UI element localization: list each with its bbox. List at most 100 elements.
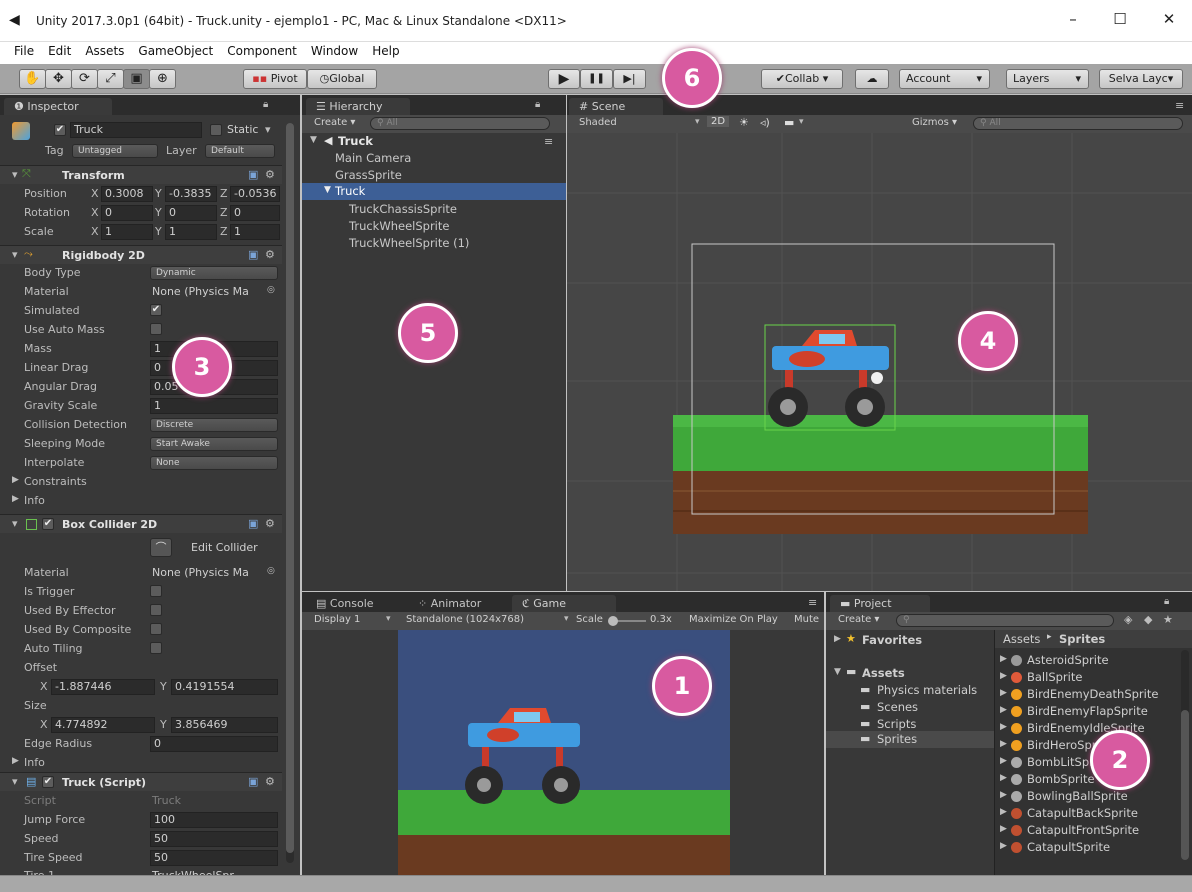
active-checkbox[interactable]: ✔ bbox=[54, 124, 66, 136]
sprite-list-item[interactable]: ▶ BombSprite bbox=[995, 771, 1181, 788]
account-dropdown[interactable]: Account ▾ bbox=[899, 69, 990, 89]
sprite-list-item[interactable]: ▶ BallSprite bbox=[995, 669, 1181, 686]
cloud-icon[interactable]: ☁ bbox=[855, 69, 889, 89]
tab-project[interactable]: ▬ Project bbox=[830, 595, 930, 612]
audio-icon[interactable]: ◃) bbox=[760, 116, 770, 129]
sprite-list-item[interactable]: ▶ BowlingBallSprite bbox=[995, 788, 1181, 805]
sun-icon[interactable]: ☀ bbox=[739, 116, 749, 129]
is-trigger-checkbox[interactable] bbox=[150, 585, 162, 597]
lock-icon[interactable]: 🔒︎ bbox=[1164, 596, 1169, 607]
favorite-star-icon[interactable]: ★ bbox=[1163, 613, 1173, 626]
body-type-dropdown[interactable]: Dynamic bbox=[150, 266, 278, 280]
scrollbar-thumb[interactable] bbox=[286, 123, 294, 853]
auto-tiling-checkbox[interactable] bbox=[150, 642, 162, 654]
inspector-scrollbar[interactable] bbox=[286, 123, 294, 863]
expand-arrow-icon[interactable]: ▶ bbox=[1000, 807, 1007, 817]
material-value[interactable]: None (Physics Ma bbox=[152, 285, 249, 298]
project-scrollbar[interactable] bbox=[1181, 650, 1189, 860]
expand-arrow-icon[interactable]: ▶ bbox=[1000, 790, 1007, 800]
scrollbar-thumb[interactable] bbox=[1181, 710, 1189, 860]
expand-arrow-icon[interactable]: ▶ bbox=[1000, 671, 1007, 681]
tab-game[interactable]: ℭ Game bbox=[512, 595, 616, 612]
sprite-list-item[interactable]: ▶ BirdEnemyDeathSprite bbox=[995, 686, 1181, 703]
help-icon[interactable]: ▣ bbox=[248, 248, 258, 261]
resolution-dropdown[interactable]: Standalone (1024x768) bbox=[406, 614, 524, 625]
tab-scene[interactable]: # Scene bbox=[569, 98, 663, 115]
menu-file[interactable]: File bbox=[14, 42, 34, 58]
tab-console[interactable]: ▤ Console bbox=[306, 595, 396, 612]
box-collider-header[interactable]: ▾ ✔ Box Collider 2D ▣ ⚙ bbox=[0, 514, 282, 533]
used-by-composite-checkbox[interactable] bbox=[150, 623, 162, 635]
expand-arrow-icon[interactable]: ▶ bbox=[12, 475, 19, 485]
scale-y-field[interactable]: 1 bbox=[165, 224, 217, 240]
scene-viewport[interactable] bbox=[567, 133, 1192, 591]
expand-arrow-icon[interactable]: ▶ bbox=[1000, 841, 1007, 851]
position-x-field[interactable]: 0.3008 bbox=[101, 186, 153, 202]
rotate-tool-icon[interactable]: ⟳ bbox=[71, 69, 98, 89]
gizmos-dropdown[interactable]: Gizmos ▾ bbox=[912, 117, 957, 128]
menu-gameobject[interactable]: GameObject bbox=[138, 42, 213, 58]
lock-icon[interactable]: 🔒︎ bbox=[535, 99, 540, 110]
folder-sprites-row[interactable]: ▬ Sprites bbox=[826, 731, 994, 748]
scene-menu-icon[interactable]: ≡ bbox=[544, 135, 553, 148]
rotation-y-field[interactable]: 0 bbox=[165, 205, 217, 221]
jump-force-field[interactable]: 100 bbox=[150, 812, 278, 828]
offset-x-field[interactable]: -1.887446 bbox=[51, 679, 155, 695]
hierarchy-item-main-camera[interactable]: Main Camera bbox=[335, 151, 411, 165]
truck-script-header[interactable]: ▾ ▤ ✔ Truck (Script) ▣ ⚙ bbox=[0, 772, 282, 791]
chevron-down-icon[interactable]: ▾ bbox=[265, 123, 271, 136]
menu-edit[interactable]: Edit bbox=[48, 42, 71, 58]
hierarchy-item-chassis[interactable]: TruckChassisSprite bbox=[349, 202, 457, 216]
shaded-dropdown[interactable]: Shaded bbox=[579, 117, 617, 128]
gear-icon[interactable]: ⚙ bbox=[265, 517, 275, 530]
tire-speed-field[interactable]: 50 bbox=[150, 850, 278, 866]
collider-info-label[interactable]: Info bbox=[24, 756, 45, 769]
breadcrumb-sprites[interactable]: Sprites bbox=[1059, 632, 1105, 646]
object-picker-icon[interactable]: ◎ bbox=[267, 566, 275, 576]
object-name-field[interactable]: Truck bbox=[70, 122, 202, 138]
hierarchy-item-grass-sprite[interactable]: GrassSprite bbox=[335, 168, 402, 182]
filter-label-icon[interactable]: ◆ bbox=[1144, 613, 1152, 626]
collision-detection-dropdown[interactable]: Discrete bbox=[150, 418, 278, 432]
sprite-list-item[interactable]: ▶ AsteroidSprite bbox=[995, 652, 1181, 669]
breadcrumb-assets[interactable]: Assets bbox=[1003, 632, 1040, 646]
help-icon[interactable]: ▣ bbox=[248, 775, 258, 788]
sprite-list-item[interactable]: ▶ BombLitSprite bbox=[995, 754, 1181, 771]
layers-dropdown[interactable]: Layers ▾ bbox=[1006, 69, 1089, 89]
folder-scenes[interactable]: Scenes bbox=[877, 700, 918, 714]
sprite-list-item[interactable]: ▶ CatapultBackSprite bbox=[995, 805, 1181, 822]
tab-inspector[interactable]: ❶ Inspector bbox=[4, 98, 112, 115]
menu-window[interactable]: Window bbox=[311, 42, 358, 58]
maximize-button[interactable]: ☐ bbox=[1105, 10, 1135, 32]
pivot-button[interactable]: ▪▪ Pivot bbox=[243, 69, 307, 89]
expand-arrow-icon[interactable]: ▶ bbox=[1000, 756, 1007, 766]
hierarchy-item-wheel[interactable]: TruckWheelSprite bbox=[349, 219, 449, 233]
expand-arrow-icon[interactable]: ▼ bbox=[324, 185, 331, 195]
hierarchy-item-truck[interactable]: ▼ Truck bbox=[302, 183, 566, 200]
project-create-button[interactable]: Create ▾ bbox=[838, 614, 879, 625]
assets-folder[interactable]: Assets bbox=[862, 666, 905, 680]
menu-help[interactable]: Help bbox=[372, 42, 399, 58]
edit-collider-label[interactable]: Edit Collider bbox=[191, 541, 258, 554]
project-search-input[interactable]: ⚲ bbox=[896, 614, 1114, 627]
lock-icon[interactable]: 🔒︎ bbox=[263, 99, 268, 110]
script-enabled-checkbox[interactable]: ✔ bbox=[42, 776, 54, 788]
hierarchy-item-wheel-1[interactable]: TruckWheelSprite (1) bbox=[349, 236, 469, 250]
pause-button[interactable]: ❚❚ bbox=[580, 69, 613, 89]
rigidbody-header[interactable]: ▾ ⤳ Rigidbody 2D ▣ ⚙ bbox=[0, 245, 282, 264]
hand-tool-icon[interactable]: ✋ bbox=[19, 69, 46, 89]
hierarchy-create-button[interactable]: Create ▾ bbox=[314, 117, 355, 128]
collider-material-value[interactable]: None (Physics Ma bbox=[152, 566, 249, 579]
edge-radius-field[interactable]: 0 bbox=[150, 736, 278, 752]
scale-tool-icon[interactable]: ⤢ bbox=[97, 69, 124, 89]
maximize-on-play-toggle[interactable]: Maximize On Play bbox=[689, 614, 778, 625]
gear-icon[interactable]: ⚙ bbox=[265, 248, 275, 261]
layer-dropdown[interactable]: Default bbox=[205, 144, 275, 158]
gear-icon[interactable]: ⚙ bbox=[265, 775, 275, 788]
expand-arrow-icon[interactable]: ▶ bbox=[1000, 705, 1007, 715]
expand-arrow-icon[interactable]: ▶ bbox=[1000, 773, 1007, 783]
sleeping-mode-dropdown[interactable]: Start Awake bbox=[150, 437, 278, 451]
scene-search-input[interactable]: ⚲ All bbox=[973, 117, 1183, 130]
collab-button[interactable]: ✔Collab ▾ bbox=[761, 69, 843, 89]
rotation-x-field[interactable]: 0 bbox=[101, 205, 153, 221]
